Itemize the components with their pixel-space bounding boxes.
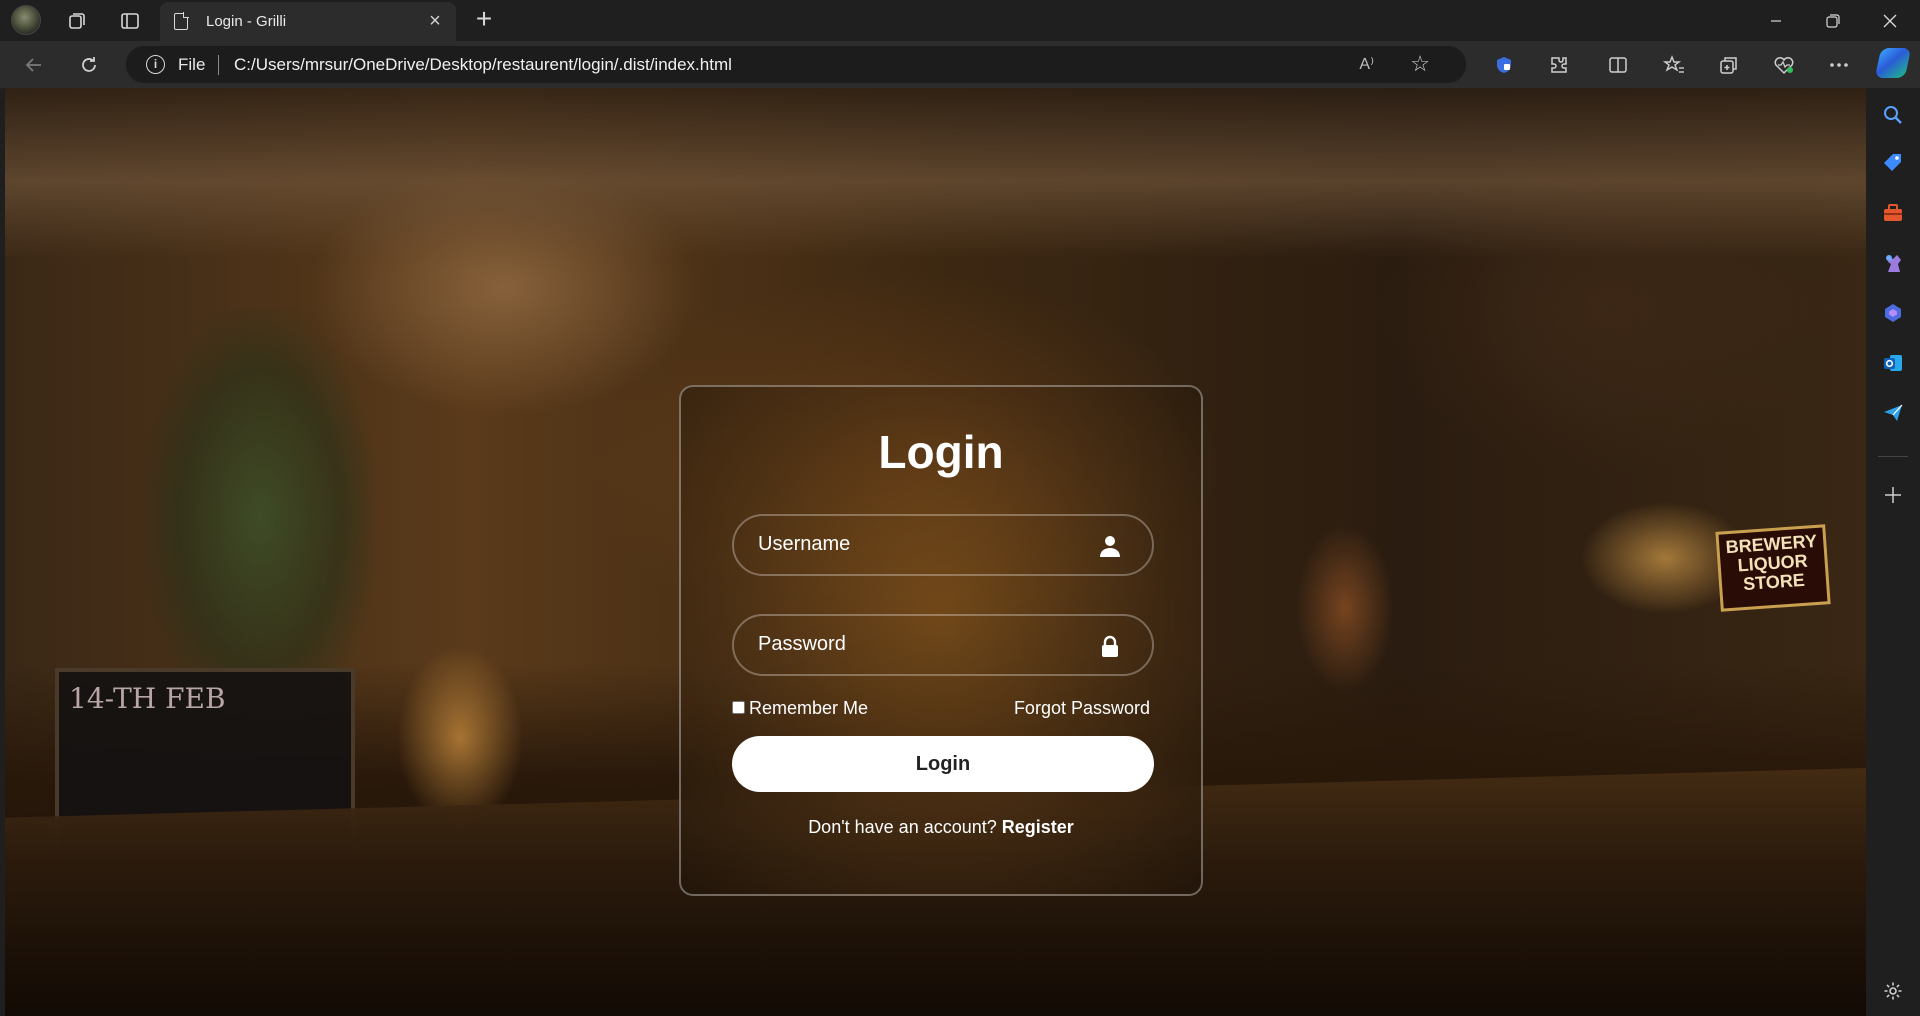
remember-me-label: Remember Me (749, 698, 869, 718)
shopping-tag-icon[interactable] (1880, 150, 1906, 176)
tab-close-button[interactable]: × (424, 10, 446, 32)
games-icon[interactable] (1880, 250, 1906, 276)
search-icon[interactable] (1880, 102, 1906, 128)
info-icon[interactable]: i (146, 55, 165, 74)
background-plant (145, 308, 375, 728)
collections-icon[interactable] (1713, 49, 1745, 81)
page-viewport: 14-TH FEB BREWERY LIQUOR STORE Login Use… (5, 88, 1866, 1016)
send-icon[interactable] (1880, 400, 1906, 426)
background-ceiling (5, 88, 1866, 258)
more-options-icon[interactable] (1823, 49, 1855, 81)
extensions-icon[interactable] (1543, 49, 1575, 81)
workspaces-icon[interactable] (62, 6, 92, 36)
restore-button[interactable] (1805, 0, 1861, 41)
profile-avatar[interactable] (11, 5, 41, 35)
user-icon (1098, 534, 1122, 558)
title-bar: Login - Grilli × + (0, 0, 1920, 41)
password-field[interactable]: Password (732, 614, 1154, 676)
register-link[interactable]: Register (1002, 817, 1074, 837)
background-store-sign: BREWERY LIQUOR STORE (1715, 524, 1831, 612)
login-title: Login (878, 426, 1004, 478)
favorites-icon[interactable] (1658, 49, 1690, 81)
remember-me-checkbox[interactable] (732, 700, 745, 714)
lock-icon (1098, 634, 1122, 658)
outlook-icon[interactable] (1880, 350, 1906, 376)
back-button[interactable] (18, 49, 50, 81)
no-account-text: Don't have an account? (808, 817, 997, 837)
microsoft-365-icon[interactable] (1880, 300, 1906, 326)
navigation-bar: i File C:/Users/mrsur/OneDrive/Desktop/r… (0, 41, 1920, 88)
settings-gear-icon[interactable] (1880, 978, 1906, 1004)
minimize-button[interactable] (1748, 0, 1804, 41)
username-field[interactable]: Username (732, 514, 1154, 576)
password-placeholder: Password (758, 633, 846, 655)
page-icon (174, 12, 189, 30)
add-sidebar-app-icon[interactable] (1880, 482, 1906, 508)
edge-sidebar (1866, 88, 1920, 1016)
split-screen-icon[interactable] (1602, 49, 1634, 81)
login-card: Login Username Password Remember Me Forg… (679, 385, 1203, 896)
username-placeholder: Username (758, 533, 851, 555)
url-text[interactable]: C:/Users/mrsur/OneDrive/Desktop/restaure… (234, 55, 732, 75)
refresh-button[interactable] (73, 49, 105, 81)
vertical-tabs-icon[interactable] (115, 6, 145, 36)
tab-active[interactable]: Login - Grilli × (160, 2, 456, 41)
sidebar-divider (1878, 456, 1908, 457)
register-prompt: Don't have an account? Register (681, 817, 1201, 838)
browser-essentials-icon[interactable] (1768, 49, 1800, 81)
shield-extension-icon[interactable] (1488, 49, 1520, 81)
read-aloud-icon[interactable]: A⁾ (1359, 54, 1374, 74)
scheme-label: File (178, 55, 206, 74)
tab-title: Login - Grilli (206, 13, 287, 30)
address-bar[interactable]: i File C:/Users/mrsur/OneDrive/Desktop/r… (126, 46, 1466, 83)
tools-icon[interactable] (1880, 200, 1906, 226)
login-button[interactable]: Login (732, 736, 1154, 792)
favorite-star-icon[interactable]: ☆ (1410, 51, 1430, 77)
address-separator (218, 55, 219, 75)
close-window-button[interactable] (1862, 0, 1918, 41)
forgot-password-link[interactable]: Forgot Password (1014, 698, 1150, 719)
remember-me[interactable]: Remember Me (732, 698, 868, 719)
new-tab-button[interactable]: + (468, 4, 500, 36)
